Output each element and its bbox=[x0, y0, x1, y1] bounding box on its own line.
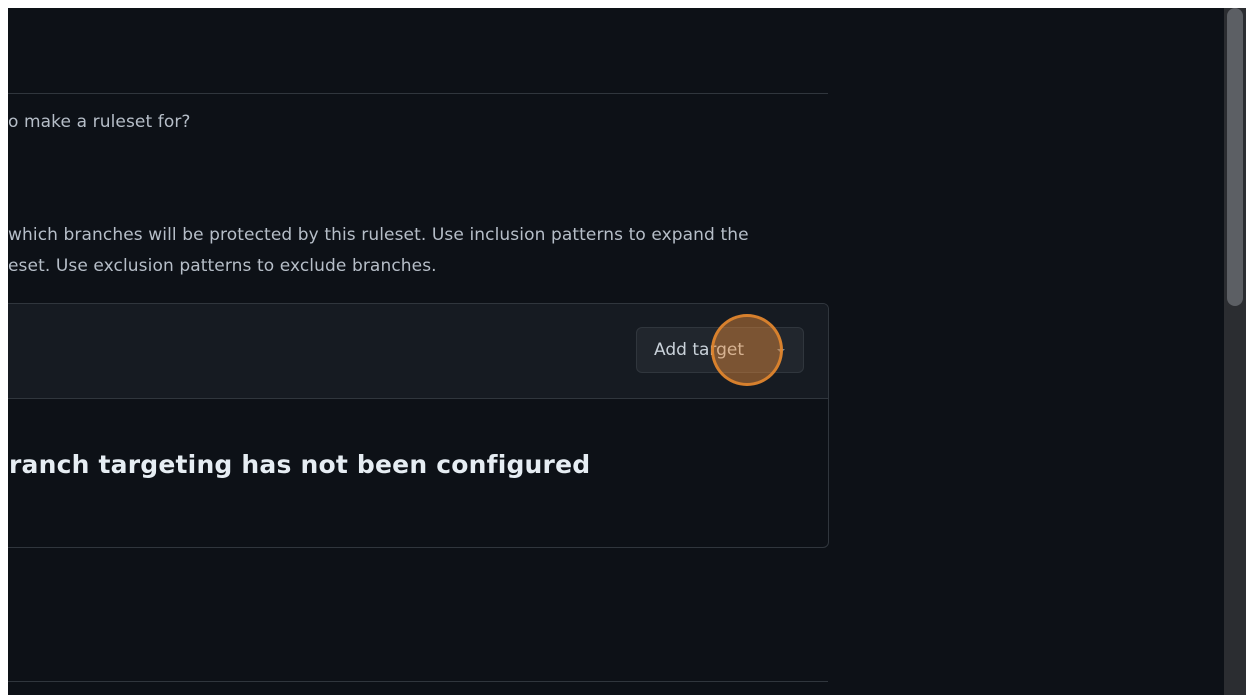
vertical-scrollbar[interactable] bbox=[1224, 8, 1246, 695]
page-viewport: o make a ruleset for? which branches wil… bbox=[8, 8, 1246, 695]
target-description-line-2: eset. Use exclusion patterns to exclude … bbox=[8, 256, 437, 276]
target-description-line-1: which branches will be protected by this… bbox=[8, 225, 749, 245]
add-target-button[interactable]: Add target bbox=[636, 327, 804, 373]
chevron-down-icon[interactable] bbox=[777, 349, 785, 353]
target-branches-panel-header: Add target bbox=[8, 304, 828, 399]
empty-state-title: ranch targeting has not been configured bbox=[9, 450, 591, 479]
target-question: o make a ruleset for? bbox=[8, 112, 191, 132]
scrollbar-thumb[interactable] bbox=[1227, 8, 1243, 306]
add-target-label: Add target bbox=[654, 340, 745, 360]
section-divider-top bbox=[8, 93, 828, 94]
section-divider-bottom bbox=[8, 681, 828, 682]
target-branches-panel: Add target ranch targeting has not been … bbox=[8, 303, 829, 548]
